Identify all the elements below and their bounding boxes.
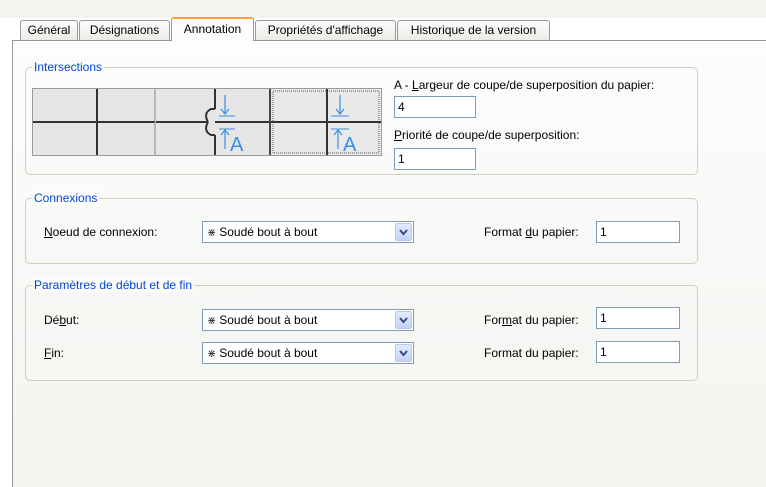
start-paper-label-rest: at du papier: bbox=[512, 313, 579, 327]
chevron-down-icon[interactable] bbox=[395, 344, 412, 362]
overlap-priority-label: Priorité de coupe/de superposition: bbox=[394, 128, 579, 142]
chevron-down-icon[interactable] bbox=[395, 311, 412, 329]
intersections-group-title: Intersections bbox=[32, 60, 105, 74]
start-connection-value: ⋇ Soudé bout à bout bbox=[207, 313, 317, 328]
connexions-group-title: Connexions bbox=[32, 191, 100, 205]
connection-node-label-rest: oeud de connexion: bbox=[52, 225, 158, 239]
dialog-top-strip bbox=[0, 0, 766, 18]
intersection-options-svg: A A bbox=[33, 89, 381, 156]
start-paper-format-field[interactable] bbox=[596, 307, 680, 329]
tab-annotation[interactable]: Annotation bbox=[171, 17, 254, 41]
end-connection-select[interactable]: ⋇ Soudé bout à bout bbox=[202, 342, 414, 364]
start-paper-label-pre: For bbox=[484, 313, 502, 327]
end-connection-value: ⋇ Soudé bout à bout bbox=[207, 346, 317, 361]
butt-weld-icon: ⋇ bbox=[207, 227, 217, 239]
overlap-width-field[interactable] bbox=[394, 96, 476, 118]
end-label: Fin: bbox=[44, 346, 64, 360]
overlap-priority-field[interactable] bbox=[394, 148, 476, 170]
end-connection-text: Soudé bout à bout bbox=[219, 346, 318, 360]
overlap-width-label: A - Largeur de coupe/de superposition du… bbox=[394, 78, 654, 92]
start-label-rest: ut: bbox=[66, 313, 80, 327]
connection-paper-label-pre: Format bbox=[484, 225, 526, 239]
connection-node-select[interactable]: ⋇ Soudé bout à bout bbox=[202, 221, 414, 243]
start-connection-select[interactable]: ⋇ Soudé bout à bout bbox=[202, 309, 414, 331]
tab-version-history[interactable]: Historique de la version bbox=[397, 20, 550, 40]
start-connection-text: Soudé bout à bout bbox=[219, 313, 318, 327]
intersection-option-left-hook[interactable]: A bbox=[156, 89, 270, 156]
svg-text:A: A bbox=[230, 134, 244, 155]
svg-text:A: A bbox=[343, 134, 357, 155]
intersection-style-picker: A A bbox=[32, 88, 382, 156]
connection-node-text: Soudé bout à bout bbox=[219, 225, 318, 239]
butt-weld-icon: ⋇ bbox=[207, 315, 217, 327]
connection-paper-format-label: Format du papier: bbox=[484, 225, 579, 239]
overlap-width-label-prefix: A - bbox=[394, 78, 413, 92]
end-paper-format-label: Format du papier: bbox=[484, 346, 579, 360]
start-end-group-title: Paramètres de début et de fin bbox=[32, 278, 195, 292]
overlap-width-label-key: L bbox=[412, 78, 419, 92]
overlap-priority-label-rest: riorité de coupe/de superposition: bbox=[402, 128, 580, 142]
tab-general[interactable]: Général bbox=[20, 20, 78, 40]
connection-paper-format-field[interactable] bbox=[596, 221, 680, 243]
connection-node-value: ⋇ Soudé bout à bout bbox=[207, 225, 317, 240]
tab-display-properties[interactable]: Propriétés d'affichage bbox=[255, 20, 396, 40]
butt-weld-icon: ⋇ bbox=[207, 348, 217, 360]
end-label-rest: in: bbox=[51, 346, 65, 360]
start-label: Début: bbox=[44, 313, 79, 327]
overlap-width-label-rest: argeur de coupe/de superposition du papi… bbox=[418, 78, 655, 92]
connection-paper-label-rest: u papier: bbox=[532, 225, 579, 239]
overlap-priority-label-key: P bbox=[394, 128, 403, 142]
start-label-pre: Dé bbox=[44, 313, 60, 327]
start-end-group: Paramètres de début et de fin bbox=[25, 278, 698, 381]
tab-designations[interactable]: Désignations bbox=[79, 20, 170, 40]
intersection-option-plain-cross[interactable] bbox=[33, 89, 155, 155]
start-paper-format-label: Format du papier: bbox=[484, 313, 579, 327]
end-paper-format-field[interactable] bbox=[596, 341, 680, 363]
connection-node-label: Noeud de connexion: bbox=[44, 225, 157, 239]
connection-node-label-key: N bbox=[44, 225, 53, 239]
chevron-down-icon[interactable] bbox=[395, 223, 412, 241]
start-paper-label-key: m bbox=[502, 313, 512, 327]
intersection-option-selected[interactable]: A bbox=[271, 89, 381, 156]
